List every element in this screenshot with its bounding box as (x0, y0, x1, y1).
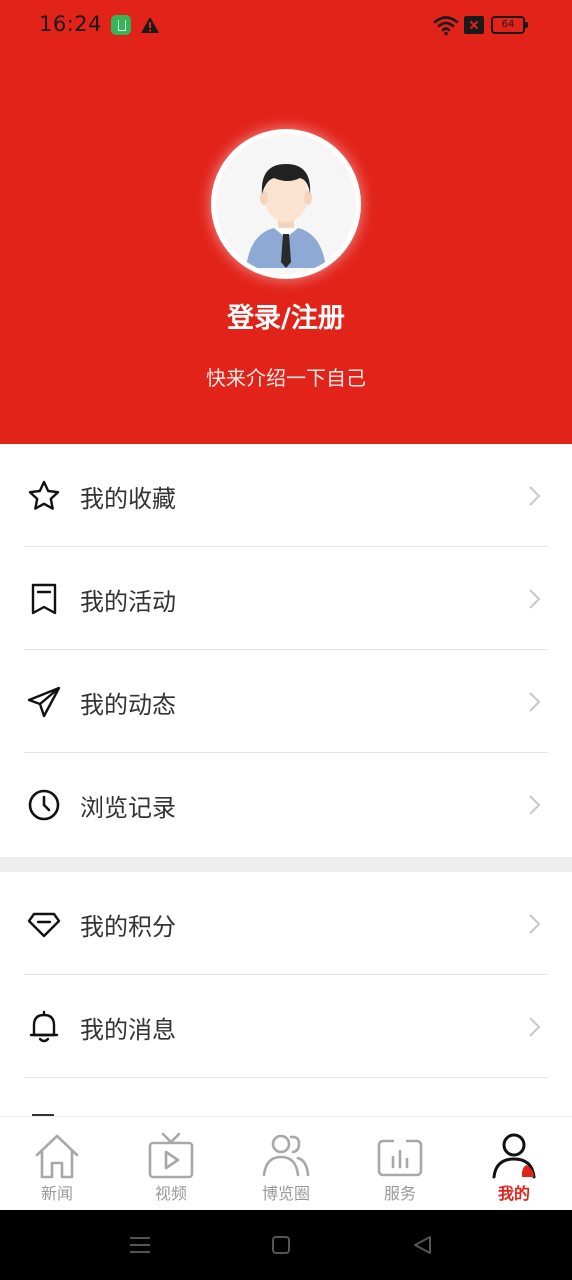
clock-icon (28, 789, 60, 821)
menu-item-label: 浏览记录 (80, 794, 176, 822)
chevron-right-icon (529, 914, 541, 934)
menu-item-messages[interactable]: 我的消息 (0, 975, 572, 1078)
bottom-tab-bar: 新闻 视频 博览圈 服务 我的 (0, 1116, 572, 1210)
avatar[interactable] (216, 134, 356, 274)
tab-label: 新闻 (40, 1184, 73, 1203)
profile-header: 16:24 64 登录/注册 快来介绍一下自己 (0, 0, 572, 444)
no-sim-icon (464, 16, 484, 34)
tab-label: 视频 (154, 1184, 187, 1203)
menu-item-label: 我的活动 (80, 588, 176, 616)
tab-services[interactable]: 服务 (343, 1117, 457, 1211)
default-user-avatar-icon (216, 134, 356, 274)
diamond-icon (27, 912, 61, 938)
menu-item-label: 我的消息 (80, 1016, 176, 1044)
battery-level: 64 (501, 19, 515, 30)
home-button-icon[interactable] (272, 1236, 290, 1254)
menu-item-points[interactable]: 我的积分 (0, 872, 572, 975)
status-bar: 16:24 64 (0, 0, 572, 52)
login-register-link[interactable]: 登录/注册 (0, 296, 572, 335)
system-navigation-bar (0, 1210, 572, 1280)
profile-intro-text: 快来介绍一下自己 (206, 366, 366, 390)
chevron-right-icon (529, 795, 541, 815)
send-icon (27, 686, 61, 718)
tab-label: 我的 (497, 1184, 530, 1203)
back-icon[interactable] (412, 1235, 432, 1255)
tab-video[interactable]: 视频 (114, 1117, 228, 1211)
chevron-right-icon (529, 692, 541, 712)
home-icon (35, 1134, 79, 1179)
tab-me[interactable]: 我的 (457, 1117, 571, 1211)
chevron-right-icon (529, 1017, 541, 1037)
bookmark-icon (31, 583, 57, 615)
user-icon (492, 1133, 536, 1179)
tab-label: 博览圈 (261, 1184, 310, 1203)
chevron-right-icon (529, 486, 541, 506)
recent-apps-icon[interactable] (130, 1235, 150, 1255)
menu-item-history[interactable]: 浏览记录 (0, 753, 572, 856)
menu-item-label: 我的积分 (80, 913, 176, 941)
menu-item-activities[interactable]: 我的活动 (0, 547, 572, 650)
warning-icon (141, 17, 159, 33)
divider (24, 1077, 548, 1078)
chart-icon (377, 1139, 423, 1177)
status-time: 16:24 (39, 12, 103, 36)
menu-item-posts[interactable]: 我的动态 (0, 650, 572, 753)
bell-icon (29, 1010, 59, 1043)
chevron-right-icon (529, 589, 541, 609)
menu-item-favorites[interactable]: 我的收藏 (0, 444, 572, 547)
tv-icon (148, 1132, 194, 1179)
menu-item-label: 我的动态 (80, 691, 176, 719)
menu-item-label: 我的收藏 (80, 485, 176, 513)
section-separator (0, 857, 572, 872)
star-icon (28, 480, 60, 510)
wifi-icon (433, 16, 459, 36)
battery-icon: 64 (491, 16, 528, 34)
tab-news[interactable]: 新闻 (0, 1117, 114, 1211)
tab-community[interactable]: 博览圈 (229, 1117, 343, 1211)
people-icon (262, 1134, 310, 1177)
tab-label: 服务 (383, 1184, 416, 1203)
app-notification-icon (111, 15, 131, 35)
